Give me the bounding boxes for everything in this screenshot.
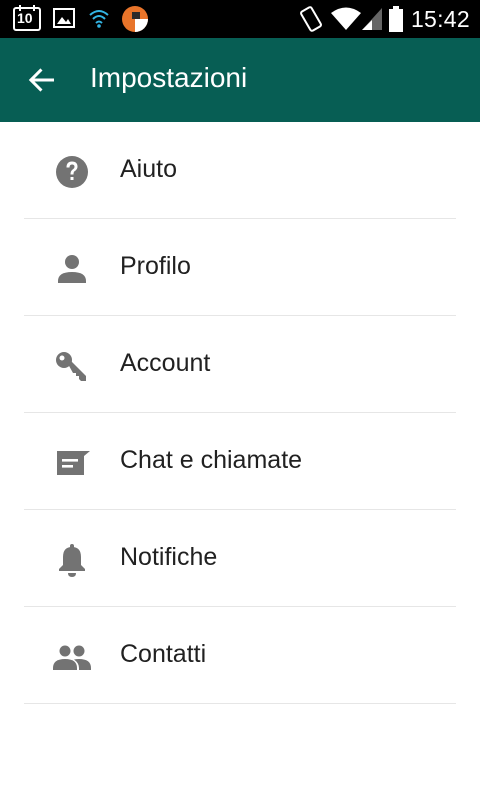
chat-icon xyxy=(57,451,90,475)
settings-item-label: Aiuto xyxy=(120,155,177,183)
app-notification-icon xyxy=(122,6,148,32)
status-bar: 10 15:42 xyxy=(0,0,480,38)
status-time: 15:42 xyxy=(410,6,470,32)
battery-icon xyxy=(389,6,403,32)
settings-item-help[interactable]: Aiuto xyxy=(0,122,480,219)
wifi-icon xyxy=(331,7,361,30)
settings-item-label: Notifiche xyxy=(120,543,218,571)
calendar-day-text: 10 xyxy=(17,10,33,26)
settings-list: Aiuto Profilo Account Chat e chiamate No… xyxy=(0,122,480,704)
settings-item-profile[interactable]: Profilo xyxy=(0,219,480,316)
settings-item-account[interactable]: Account xyxy=(0,316,480,413)
cell-signal-icon xyxy=(362,8,382,30)
key-icon xyxy=(56,352,86,381)
vibrate-icon xyxy=(300,6,322,32)
app-toolbar: Impostazioni xyxy=(0,38,480,122)
image-icon xyxy=(53,8,75,28)
person-icon xyxy=(58,255,86,283)
arrow-back-icon[interactable] xyxy=(26,64,58,96)
settings-item-notifications[interactable]: Notifiche xyxy=(0,510,480,607)
settings-item-label: Profilo xyxy=(120,252,191,280)
settings-item-contacts[interactable]: Contatti xyxy=(0,607,480,704)
wifi-signal-icon xyxy=(89,10,109,28)
divider xyxy=(24,703,456,704)
bell-icon xyxy=(59,544,85,577)
settings-item-label: Contatti xyxy=(120,640,207,668)
settings-item-label: Account xyxy=(120,349,211,377)
settings-item-label: Chat e chiamate xyxy=(120,446,303,474)
help-icon xyxy=(56,156,88,188)
page-title: Impostazioni xyxy=(90,62,248,93)
settings-item-chats[interactable]: Chat e chiamate xyxy=(0,413,480,510)
people-icon xyxy=(53,645,91,670)
